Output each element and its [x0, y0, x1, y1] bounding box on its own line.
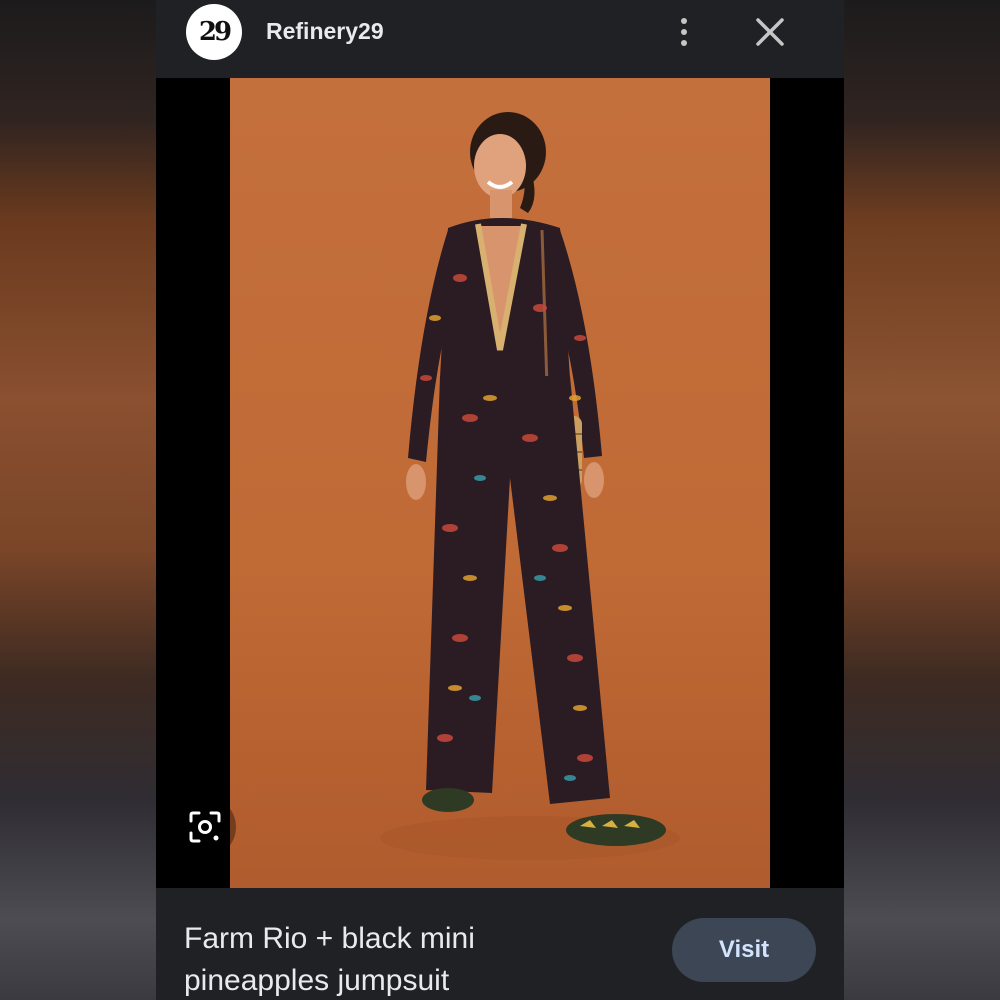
source-name[interactable]: Refinery29 — [266, 18, 384, 45]
source-logo-text: 29 — [198, 17, 232, 47]
product-photo[interactable] — [230, 78, 770, 888]
image-title[interactable]: Farm Rio + black mini pineapples jumpsui… — [184, 918, 544, 1000]
viewer-footer: Farm Rio + black mini pineapples jumpsui… — [156, 888, 844, 1000]
viewer-header: 29 Refinery29 — [156, 0, 844, 78]
screen: 29 Refinery29 Farm Rio + black mini pine… — [0, 0, 1000, 1000]
lens-icon[interactable] — [174, 796, 236, 858]
close-icon[interactable] — [752, 14, 788, 50]
more-vert-icon[interactable] — [672, 14, 696, 50]
visit-button[interactable]: Visit — [672, 918, 816, 982]
image-viewport[interactable] — [156, 78, 844, 888]
image-viewer-panel: 29 Refinery29 Farm Rio + black mini pine… — [156, 0, 844, 1000]
source-logo[interactable]: 29 — [186, 4, 242, 60]
blurred-background-right — [844, 0, 1000, 1000]
blurred-background-left — [0, 0, 156, 1000]
model-illustration — [380, 112, 680, 860]
